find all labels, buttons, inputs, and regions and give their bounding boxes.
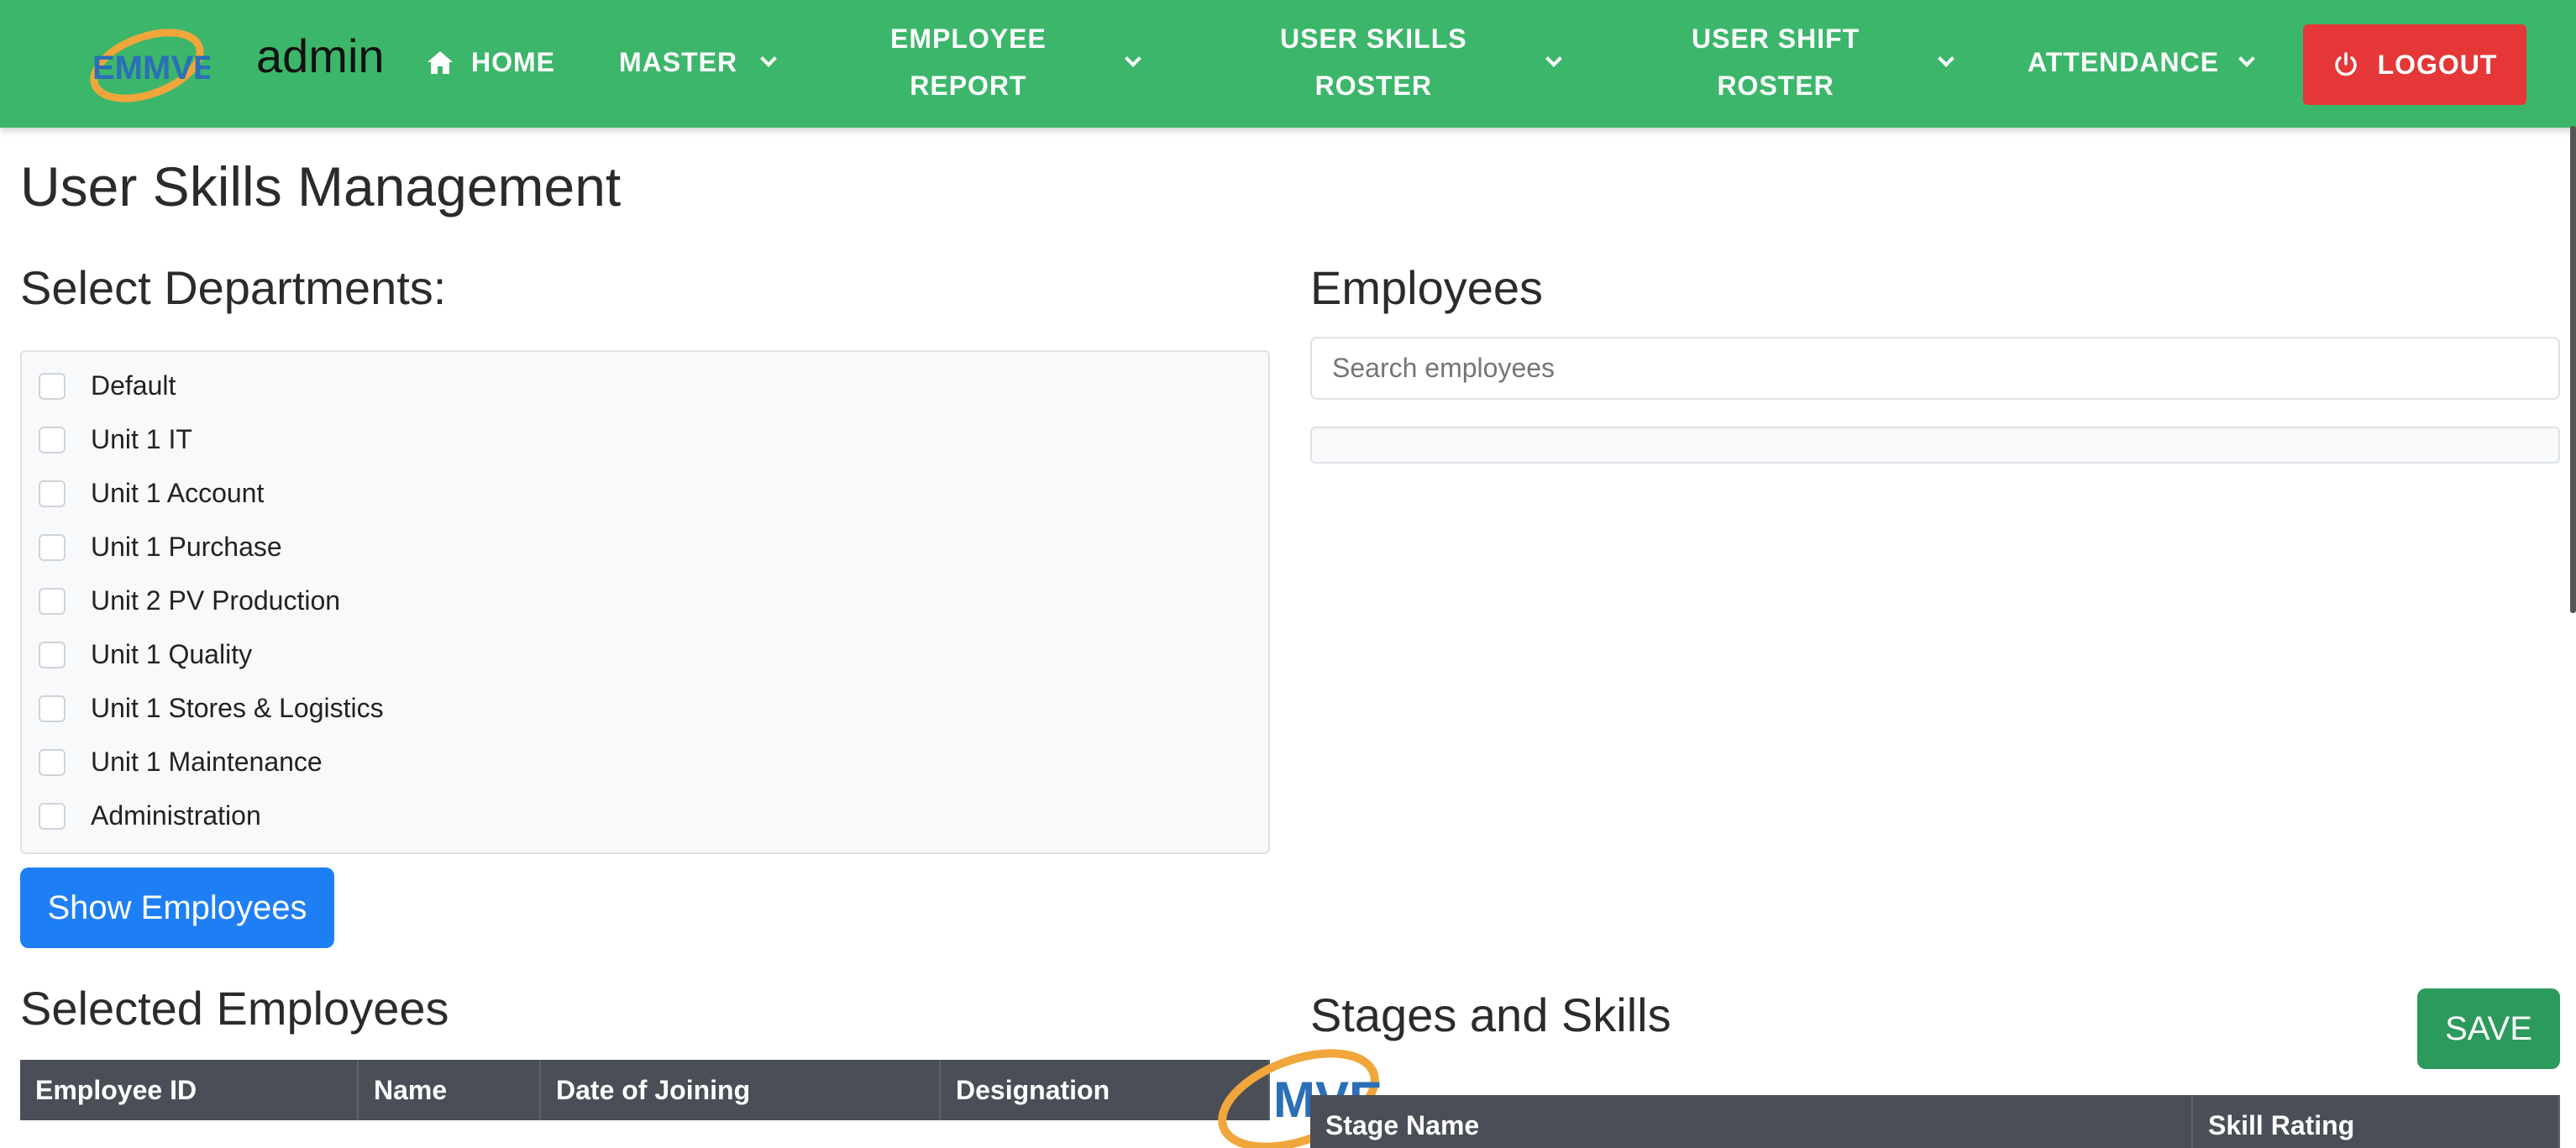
nav-employee-report[interactable]: EMPLOYEE REPORT bbox=[890, 15, 1141, 109]
table-header-row: Employee ID Name Date of Joining Designa… bbox=[20, 1060, 1270, 1120]
chevron-down-icon bbox=[760, 50, 778, 67]
nav-employee-report-line2: REPORT bbox=[910, 71, 1027, 101]
chevron-down-icon bbox=[1124, 50, 1141, 67]
column-header-stage-name[interactable]: Stage Name bbox=[1310, 1095, 2193, 1148]
department-label: Unit 1 IT bbox=[91, 424, 192, 454]
department-option[interactable]: Unit 1 Stores & Logistics bbox=[39, 693, 384, 724]
power-icon bbox=[2334, 52, 2357, 76]
stages-skills-table: Stage Name Skill Rating bbox=[1310, 1095, 2560, 1148]
top-navbar: EMMVEE admin HOME MASTER EMPLOYEE REPORT… bbox=[0, 0, 2576, 128]
nav-user-skills-roster[interactable]: USER SKILLS ROSTER bbox=[1280, 15, 1562, 109]
nav-master-label: MASTER bbox=[619, 47, 738, 77]
department-checkbox[interactable] bbox=[39, 748, 66, 776]
department-checkbox[interactable] bbox=[39, 480, 66, 507]
department-option[interactable]: Unit 1 Account bbox=[39, 478, 264, 509]
nav-user-shift-roster[interactable]: USER SHIFT ROSTER bbox=[1692, 15, 1955, 109]
nav-attendance[interactable]: ATTENDANCE bbox=[2028, 39, 2255, 86]
nav-user-shift-roster-label: USER SHIFT ROSTER bbox=[1692, 15, 1860, 109]
chevron-down-icon bbox=[1938, 50, 1955, 67]
emmvee-logo[interactable]: EMMVEE bbox=[84, 22, 210, 104]
department-option[interactable]: Unit 1 Quality bbox=[39, 639, 252, 670]
nav-home-label: HOME bbox=[471, 47, 555, 77]
department-label: Unit 2 PV Production bbox=[91, 585, 341, 616]
departments-list: Default Unit 1 IT Unit 1 Account Unit 1 Pur… bbox=[20, 350, 1270, 854]
nav-home[interactable]: HOME bbox=[426, 39, 555, 86]
logout-button[interactable]: LOGOUT bbox=[2303, 24, 2526, 105]
logout-label: LOGOUT bbox=[2377, 49, 2498, 80]
nav-attendance-label: ATTENDANCE bbox=[2028, 47, 2220, 77]
home-icon bbox=[428, 51, 453, 74]
nav-employee-report-line1: EMPLOYEE bbox=[890, 24, 1047, 54]
page-title: User Skills Management bbox=[20, 155, 622, 218]
logo-text: EMMVEE bbox=[92, 50, 210, 86]
nav-master[interactable]: MASTER bbox=[619, 39, 778, 86]
department-checkbox[interactable] bbox=[39, 426, 66, 453]
column-header-skill-rating[interactable]: Skill Rating bbox=[2192, 1095, 2560, 1148]
page-scrollbar[interactable] bbox=[2570, 126, 2576, 613]
nav-user-skills-roster-label: USER SKILLS ROSTER bbox=[1280, 15, 1467, 109]
employees-heading: Employees bbox=[1310, 261, 1544, 314]
selected-employees-heading: Selected Employees bbox=[20, 982, 449, 1035]
department-option[interactable]: Unit 1 Purchase bbox=[39, 532, 282, 563]
table-header-row: Stage Name Skill Rating bbox=[1310, 1095, 2560, 1148]
column-header-date-of-joining[interactable]: Date of Joining bbox=[540, 1060, 941, 1120]
department-label: Unit 1 Purchase bbox=[91, 532, 282, 562]
department-checkbox[interactable] bbox=[39, 695, 66, 722]
department-checkbox[interactable] bbox=[39, 372, 66, 400]
department-label: Unit 1 Account bbox=[91, 478, 265, 508]
save-button[interactable]: SAVE bbox=[2417, 988, 2560, 1069]
nav-user-skills-line1: USER SKILLS bbox=[1280, 24, 1467, 54]
show-employees-button[interactable]: Show Employees bbox=[20, 868, 334, 948]
column-header-employee-id[interactable]: Employee ID bbox=[20, 1060, 359, 1120]
department-checkbox[interactable] bbox=[39, 533, 66, 561]
chevron-down-icon bbox=[2238, 50, 2255, 67]
employees-list bbox=[1310, 427, 2560, 464]
nav-user-shift-line1: USER SHIFT bbox=[1692, 24, 1860, 54]
column-header-name[interactable]: Name bbox=[358, 1060, 541, 1120]
selected-employees-table: Employee ID Name Date of Joining Designa… bbox=[20, 1060, 1270, 1120]
department-label: Default bbox=[91, 370, 176, 401]
department-label: Unit 1 Maintenance bbox=[91, 747, 323, 777]
nav-user-skills-line2: ROSTER bbox=[1314, 71, 1432, 101]
search-employees-input[interactable] bbox=[1310, 337, 2560, 400]
department-checkbox[interactable] bbox=[39, 641, 66, 668]
stages-skills-heading: Stages and Skills bbox=[1310, 988, 1671, 1041]
department-option[interactable]: Unit 1 Maintenance bbox=[39, 747, 323, 778]
department-label: Unit 1 Stores & Logistics bbox=[91, 693, 384, 723]
department-option[interactable]: Unit 2 PV Production bbox=[39, 585, 340, 616]
department-label: Administration bbox=[91, 800, 261, 831]
departments-heading: Select Departments: bbox=[20, 261, 447, 314]
nav-user-shift-line2: ROSTER bbox=[1717, 71, 1834, 101]
department-option[interactable]: Unit 1 IT bbox=[39, 424, 192, 455]
chevron-down-icon bbox=[1545, 50, 1562, 67]
nav-employee-report-label: EMPLOYEE REPORT bbox=[890, 15, 1047, 109]
department-checkbox[interactable] bbox=[39, 802, 66, 830]
department-option[interactable]: Administration bbox=[39, 800, 261, 831]
department-checkbox[interactable] bbox=[39, 587, 66, 615]
department-option[interactable]: Default bbox=[39, 370, 176, 401]
brand-username: admin bbox=[256, 29, 385, 82]
department-label: Unit 1 Quality bbox=[91, 639, 253, 669]
